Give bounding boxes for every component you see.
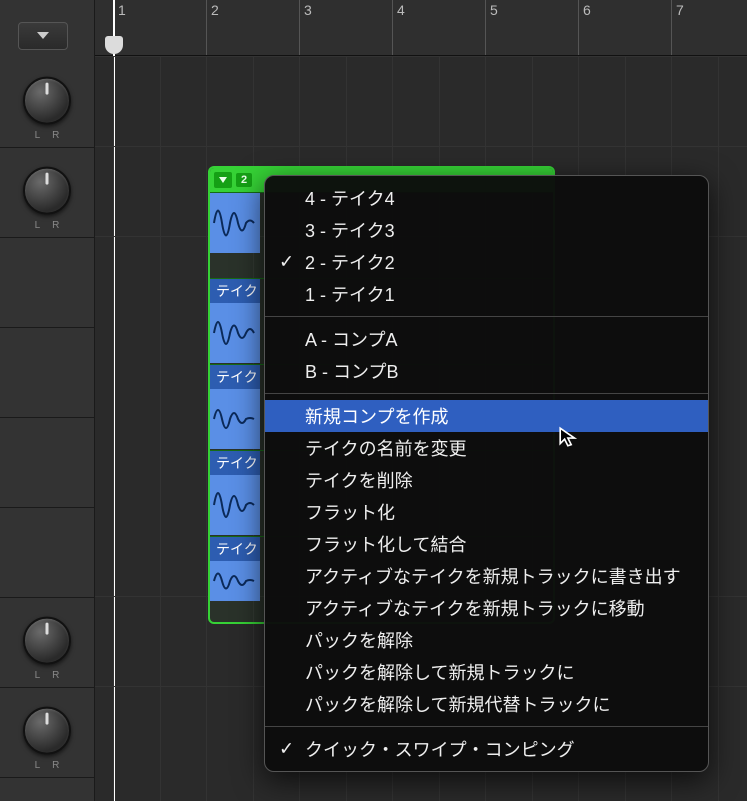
menu-item-label: パックを解除 xyxy=(305,627,413,653)
menu-item-export-active-take[interactable]: アクティブなテイクを新規トラックに書き出す xyxy=(265,560,708,592)
menu-item-label: 4 - テイク4 xyxy=(305,185,395,211)
waveform xyxy=(210,193,260,253)
track-header xyxy=(0,418,94,508)
menu-item-label: 新規コンプを作成 xyxy=(305,403,448,429)
track-header xyxy=(0,508,94,598)
menu-item-label: B - コンプB xyxy=(305,358,398,384)
menu-item-comp[interactable]: A - コンプA xyxy=(265,323,708,355)
waveform xyxy=(210,389,260,449)
take-lane-label: テイク xyxy=(210,365,260,389)
take-folder-context-menu: 4 - テイク4 3 - テイク3 ✓ 2 - テイク2 1 - テイク1 A … xyxy=(264,175,709,772)
ruler-tick: 5 xyxy=(485,0,498,55)
pan-knob[interactable] xyxy=(23,166,71,214)
menu-item-move-active-take[interactable]: アクティブなテイクを新規トラックに移動 xyxy=(265,592,708,624)
pan-knob[interactable] xyxy=(23,706,71,754)
menu-item-rename-take[interactable]: テイクの名前を変更 xyxy=(265,432,708,464)
menu-item-take[interactable]: 4 - テイク4 xyxy=(265,182,708,214)
track-header[interactable]: LR xyxy=(0,598,94,688)
menu-item-label: パックを解除して新規代替トラックに xyxy=(305,691,610,717)
menu-item-label: テイクを削除 xyxy=(305,467,413,493)
track-header[interactable]: LR xyxy=(0,688,94,778)
menu-item-label: A - コンプA xyxy=(305,326,397,352)
playhead-handle[interactable] xyxy=(105,36,123,54)
track-header xyxy=(0,238,94,328)
pan-knob[interactable] xyxy=(23,76,71,124)
menu-item-label: テイクの名前を変更 xyxy=(305,435,467,461)
menu-item-label: アクティブなテイクを新規トラックに書き出す xyxy=(305,563,681,589)
menu-item-take[interactable]: ✓ 2 - テイク2 xyxy=(265,246,708,278)
menu-item-label: パックを解除して新規トラックに xyxy=(305,659,574,685)
menu-item-label: 1 - テイク1 xyxy=(305,281,395,307)
menu-item-take[interactable]: 3 - テイク3 xyxy=(265,214,708,246)
track-header[interactable]: LR xyxy=(0,148,94,238)
ruler-tick: 3 xyxy=(299,0,312,55)
menu-item-label: 2 - テイク2 xyxy=(305,249,395,275)
pan-label: LR xyxy=(0,130,94,141)
menu-item-delete-take[interactable]: テイクを削除 xyxy=(265,464,708,496)
disclosure-triangle[interactable] xyxy=(214,172,232,188)
waveform xyxy=(210,303,260,363)
chevron-down-icon xyxy=(36,31,50,41)
menu-item-flatten-merge[interactable]: フラット化して結合 xyxy=(265,528,708,560)
ruler-tick: 7 xyxy=(671,0,684,55)
take-lane-label: テイク xyxy=(210,537,260,561)
ruler-tick: 6 xyxy=(578,0,591,55)
ruler-tick: 4 xyxy=(392,0,405,55)
pan-knob[interactable] xyxy=(23,616,71,664)
menu-item-quick-swipe-comping[interactable]: ✓ クイック・スワイプ・コンピング xyxy=(265,733,708,765)
pan-label: LR xyxy=(0,760,94,771)
menu-item-take[interactable]: 1 - テイク1 xyxy=(265,278,708,310)
take-number-badge[interactable]: 2 xyxy=(236,173,252,187)
waveform xyxy=(210,561,260,601)
menu-item-label: フラット化して結合 xyxy=(305,531,466,557)
menu-item-unpack[interactable]: パックを解除 xyxy=(265,624,708,656)
menu-item-unpack-alt-tracks[interactable]: パックを解除して新規代替トラックに xyxy=(265,688,708,720)
pan-label: LR xyxy=(0,670,94,681)
track-header[interactable]: LR xyxy=(0,58,94,148)
menu-separator xyxy=(265,726,708,727)
view-dropdown-button[interactable] xyxy=(18,22,68,50)
track-header xyxy=(0,328,94,418)
ruler[interactable]: 1 2 3 4 5 6 7 xyxy=(95,0,747,56)
ruler-tick: 2 xyxy=(206,0,219,55)
menu-separator xyxy=(265,316,708,317)
pan-label: LR xyxy=(0,220,94,231)
menu-separator xyxy=(265,393,708,394)
track-header-column: LR LR LR LR xyxy=(0,0,95,801)
menu-item-new-comp[interactable]: 新規コンプを作成 xyxy=(265,400,708,432)
menu-item-comp[interactable]: B - コンプB xyxy=(265,355,708,387)
menu-item-label: アクティブなテイクを新規トラックに移動 xyxy=(305,595,645,621)
checkmark-icon: ✓ xyxy=(279,739,294,760)
menu-item-flatten[interactable]: フラット化 xyxy=(265,496,708,528)
take-lane-label: テイク xyxy=(210,451,260,475)
checkmark-icon: ✓ xyxy=(279,252,294,273)
menu-item-label: 3 - テイク3 xyxy=(305,217,395,243)
waveform xyxy=(210,475,260,535)
menu-item-unpack-new-tracks[interactable]: パックを解除して新規トラックに xyxy=(265,656,708,688)
menu-item-label: クイック・スワイプ・コンピング xyxy=(305,736,575,762)
menu-item-label: フラット化 xyxy=(305,499,395,525)
take-lane-label: テイク xyxy=(210,279,260,303)
